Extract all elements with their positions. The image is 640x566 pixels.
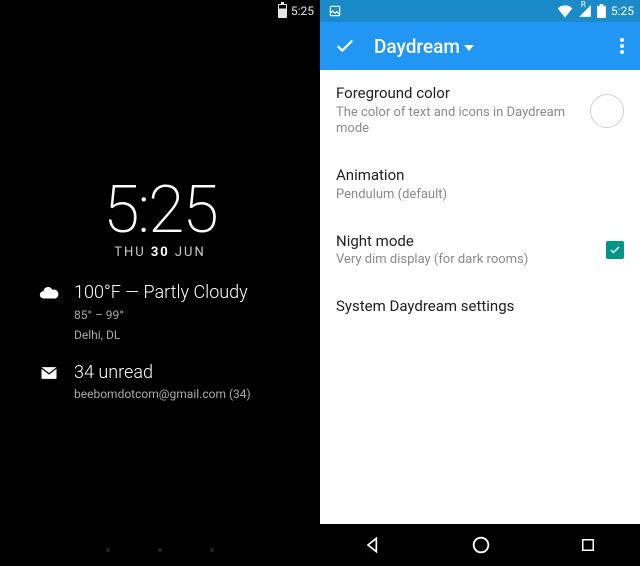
mail-icon <box>38 362 60 384</box>
settings-screen: R 5:25 Daydream <box>320 0 640 566</box>
appbar-title-dropdown[interactable]: Daydream <box>374 35 594 58</box>
row-subtitle: Very dim display (for dark rooms) <box>336 252 594 269</box>
date-day: THU <box>114 245 145 260</box>
confirm-button[interactable] <box>334 35 356 57</box>
weather-headline: 100°F — Partly Cloudy <box>74 282 248 304</box>
dot <box>158 548 162 552</box>
weather-location: Delhi, DL <box>74 326 248 344</box>
battery-icon <box>597 4 606 18</box>
overflow-menu-button[interactable] <box>612 30 632 62</box>
date-number: 30 <box>151 245 170 260</box>
status-bar-right: R 5:25 <box>320 0 640 22</box>
info-list: 100°F — Partly Cloudy 85° – 99° Delhi, D… <box>0 282 320 403</box>
weather-icon <box>38 282 60 304</box>
signal-icon: R <box>578 4 592 18</box>
status-time: 5:25 <box>611 4 634 18</box>
row-subtitle: Pendulum (default) <box>336 187 624 204</box>
row-foreground-color[interactable]: Foreground color The color of text and i… <box>320 70 640 152</box>
row-system-daydream[interactable]: System Daydream settings <box>320 283 640 331</box>
back-button[interactable] <box>363 535 383 555</box>
clock-time: 5:25 <box>0 172 320 249</box>
weather-range: 85° – 99° <box>74 306 248 324</box>
date-month: JUN <box>175 245 206 260</box>
row-subtitle: The color of text and icons in Daydream … <box>336 105 578 139</box>
color-swatch[interactable] <box>590 94 624 128</box>
row-title: System Daydream settings <box>336 297 624 317</box>
home-button[interactable] <box>470 534 492 556</box>
dot <box>106 548 110 552</box>
wifi-icon <box>557 4 573 18</box>
row-title: Animation <box>336 166 624 186</box>
clock-date: THU 30 JUN <box>0 245 320 260</box>
app-bar: Daydream <box>320 22 640 70</box>
status-time: 5:25 <box>291 4 314 18</box>
checkbox-checked-icon[interactable] <box>606 241 624 259</box>
page-dots <box>0 548 320 552</box>
mail-account: beebomdotcom@gmail.com (34) <box>74 385 251 403</box>
mail-headline: 34 unread <box>74 362 251 384</box>
screenshot-icon <box>328 4 342 18</box>
dot <box>210 548 214 552</box>
row-title: Night mode <box>336 232 594 252</box>
clock-widget: 5:25 THU 30 JUN <box>0 172 320 260</box>
status-bar-left: 5:25 <box>0 0 320 22</box>
row-night-mode[interactable]: Night mode Very dim display (for dark ro… <box>320 218 640 283</box>
recents-button[interactable] <box>579 536 597 554</box>
mail-item: 34 unread beebomdotcom@gmail.com (34) <box>38 362 320 404</box>
nav-bar <box>320 524 640 566</box>
daydream-screen: 5:25 5:25 THU 30 JUN 100°F — Partly Clou… <box>0 0 320 566</box>
battery-icon <box>278 4 287 18</box>
appbar-title: Daydream <box>374 35 460 58</box>
chevron-down-icon <box>464 35 474 58</box>
row-title: Foreground color <box>336 84 578 104</box>
settings-list: Foreground color The color of text and i… <box>320 70 640 331</box>
empty-space <box>320 331 640 524</box>
weather-item: 100°F — Partly Cloudy 85° – 99° Delhi, D… <box>38 282 320 344</box>
row-animation[interactable]: Animation Pendulum (default) <box>320 152 640 217</box>
